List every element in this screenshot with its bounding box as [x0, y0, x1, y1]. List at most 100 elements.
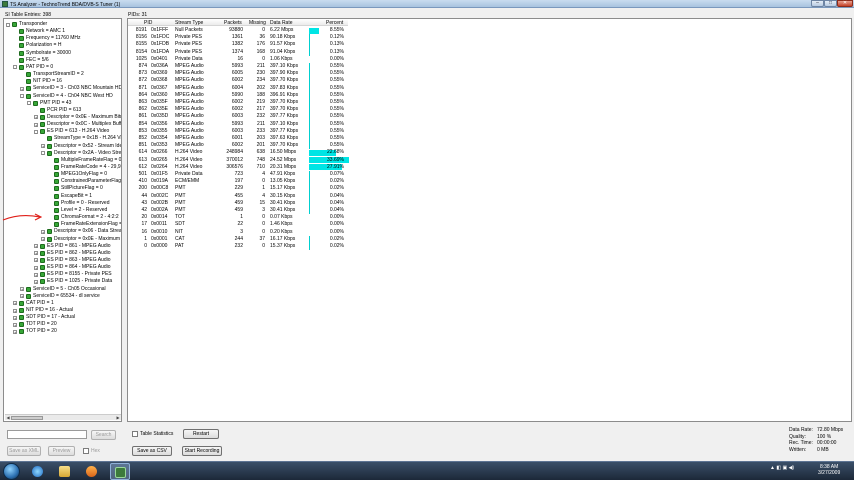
table-row[interactable]: 43 0x002B PMT 459 15 30.41 Kbps 0.04%	[128, 199, 348, 207]
expand-icon[interactable]: +	[13, 322, 17, 327]
tree-node[interactable]: + Descriptor = 0x06 - Data Stream Ali	[4, 228, 121, 235]
system-tray-icons[interactable]: ▲ ◧ ▣ ◀)	[770, 465, 794, 471]
tree-node[interactable]: - ServiceID = 4 - Ch04 NBC West HD	[4, 93, 121, 100]
collapse-icon[interactable]: -	[27, 101, 31, 106]
tree-node[interactable]: + ServiceID = 65534 - dl service	[4, 293, 121, 300]
table-row[interactable]: 8154 0x1FDA Private PES 1374 168 91.04 Kbps 0.…	[128, 48, 348, 56]
expand-icon[interactable]: +	[34, 244, 38, 249]
table-row[interactable]: 874 0x036A MPEG Audio 5993 211 397.10 Kbps 0.5…	[128, 63, 348, 71]
col-header-packets[interactable]: Packets	[224, 20, 242, 26]
table-row[interactable]: 8191 0x1FFF Null Packets 93880 0 6.22 Mbps 8.5…	[128, 27, 348, 34]
save-as-xml-button[interactable]: Save as XML	[7, 446, 41, 456]
expand-icon[interactable]: +	[13, 301, 17, 306]
tree-node[interactable]: + SDT PID = 17 - Actual	[4, 314, 121, 321]
tree-node[interactable]: - PMT PID = 43	[4, 100, 121, 107]
table-row[interactable]: 1025 0x0401 Private Data 16 0 1.06 Kbps 0.00%	[128, 56, 348, 63]
tree-node[interactable]: + TOT PID = 20	[4, 328, 121, 335]
tree-node[interactable]: + ES PID = 862 - MPEG Audio	[4, 250, 121, 257]
col-header-missing[interactable]: Missing	[249, 20, 266, 26]
collapse-icon[interactable]: -	[6, 22, 10, 27]
expand-icon[interactable]: +	[13, 315, 17, 320]
col-header-stream-type[interactable]: Stream Type	[175, 20, 203, 26]
scroll-thumb[interactable]	[11, 416, 43, 420]
table-row[interactable]: 8156 0x1FDC Private PES 1361 36 90.18 Kbps 0.1…	[128, 34, 348, 42]
tree-node[interactable]: Profile = 0 - Reserved	[4, 200, 121, 207]
tree-node[interactable]: ConstrainedParameterFlag = 1	[4, 178, 121, 185]
table-row[interactable]: 1 0x0001 CAT 244 37 16.17 Kbps 0.02%	[128, 235, 348, 243]
table-row[interactable]: 872 0x0368 MPEG Audio 6002 234 397.70 Kbps 0.5…	[128, 77, 348, 85]
table-row[interactable]: 8155 0x1FDB Private PES 1382 176 91.57 Kbps 0.…	[128, 41, 348, 49]
expand-icon[interactable]: +	[34, 251, 38, 256]
table-row[interactable]: 871 0x0367 MPEG Audio 6004 202 397.83 Kbps 0.5…	[128, 84, 348, 92]
maximize-button[interactable]: □	[824, 0, 837, 7]
minimize-button[interactable]: –	[811, 0, 824, 7]
tree-node[interactable]: MultipleFrameRateFlag = 0	[4, 157, 121, 164]
close-button[interactable]: ✕	[837, 0, 853, 7]
save-as-csv-button[interactable]: Save as CSV	[132, 446, 172, 456]
table-row[interactable]: 44 0x002C PMT 455 4 30.15 Kbps 0.04%	[128, 192, 348, 200]
expand-icon[interactable]: +	[34, 115, 38, 120]
table-row[interactable]: 862 0x035E MPEG Audio 6002 217 397.70 Kbps 0.5…	[128, 106, 348, 114]
taskbar-media-player[interactable]	[82, 463, 102, 480]
tree-node[interactable]: + ES PID = 861 - MPEG Audio	[4, 243, 121, 250]
title-bar[interactable]: TS Analyzer - TechnoTrend BDA/DVB-S Tune…	[0, 0, 854, 8]
search-input[interactable]	[7, 430, 87, 439]
tree-node[interactable]: - Transponder	[4, 21, 121, 28]
table-row[interactable]: 612 0x0264 H.264 Video 306576 710 20.31 Mbps 2…	[128, 164, 348, 171]
table-row[interactable]: 0 0x0000 PAT 232 0 15.37 Kbps 0.02%	[128, 243, 348, 251]
tree-horizontal-scrollbar[interactable]: ◀ ▶	[5, 414, 121, 420]
search-button[interactable]: Search	[91, 430, 116, 440]
table-row[interactable]: 410 0x019A ECM/EMM 197 0 13.05 Kbps 0.02%	[128, 178, 348, 186]
table-row[interactable]: 613 0x0265 H.264 Video 370012 748 24.52 Mbps 3…	[128, 157, 349, 164]
expand-icon[interactable]: +	[34, 265, 38, 270]
table-row[interactable]: 863 0x035F MPEG Audio 6002 219 397.70 Kbps 0.5…	[128, 99, 348, 107]
tree-node[interactable]: + TDT PID = 20	[4, 321, 121, 328]
tree-node[interactable]: + Descriptor = 0x0C - Multiplex Buffer U	[4, 121, 121, 128]
tree-node[interactable]: Polarization = H	[4, 42, 121, 49]
tree-node[interactable]: + Descriptor = 0x0E - Maximum Bitrate	[4, 114, 121, 121]
tree-node[interactable]: StreamType = 0x1B - H.264 Video	[4, 135, 121, 142]
start-recording-button[interactable]: Start Recording	[182, 446, 222, 456]
table-row[interactable]: 17 0x0011 SDT 22 0 1.46 Kbps 0.00%	[128, 221, 348, 228]
table-row[interactable]: 851 0x0353 MPEG Audio 6002 201 397.70 Kbps 0.5…	[128, 142, 348, 150]
tree-node[interactable]: + ES PID = 8155 - Private PES	[4, 271, 121, 278]
collapse-icon[interactable]: -	[13, 65, 17, 70]
tree-node[interactable]: - Descriptor = 0x2A - Video Stream	[4, 150, 121, 157]
expand-icon[interactable]: +	[34, 279, 38, 284]
table-row[interactable]: 854 0x0356 MPEG Audio 5993 211 397.10 Kbps 0.5…	[128, 120, 348, 128]
tree-node[interactable]: + ES PID = 863 - MPEG Audio	[4, 257, 121, 264]
tree-node[interactable]: + Descriptor = 0x0E - Maximum Bitrat	[4, 236, 121, 243]
col-header-percent[interactable]: Percent	[326, 20, 343, 26]
taskbar-ts-analyzer[interactable]	[110, 463, 130, 480]
expand-icon[interactable]: +	[34, 272, 38, 277]
expand-icon[interactable]: +	[41, 229, 45, 234]
expand-icon[interactable]: +	[13, 308, 17, 313]
expand-icon[interactable]: +	[34, 122, 38, 127]
pid-table[interactable]: PID Stream Type Packets Missing Data Rat…	[127, 18, 852, 422]
col-header-pid[interactable]: PID	[144, 20, 152, 26]
tree-node[interactable]: FEC = 5/6	[4, 57, 121, 64]
tree-node[interactable]: + NIT PID = 16 - Actual	[4, 307, 121, 314]
scroll-right-icon[interactable]: ▶	[115, 415, 121, 421]
hex-checkbox[interactable]	[83, 448, 89, 454]
tree-node[interactable]: + ES PID = 1025 - Private Data	[4, 278, 121, 285]
tree-node[interactable]: + ServiceID = 3 - Ch03 NBC Mountain HD	[4, 85, 121, 92]
table-row[interactable]: 200 0x00C8 PMT 229 1 15.17 Kbps 0.02%	[128, 185, 348, 193]
tree-node[interactable]: Symbolrate = 30000	[4, 50, 121, 57]
table-row[interactable]: 873 0x0369 MPEG Audio 6005 230 397.90 Kbps 0.5…	[128, 70, 348, 78]
collapse-icon[interactable]: -	[34, 129, 38, 134]
restart-button[interactable]: Restart	[183, 429, 219, 439]
collapse-icon[interactable]: -	[41, 151, 45, 156]
tree-node[interactable]: NIT PID = 16	[4, 78, 121, 85]
col-header-data-rate[interactable]: Data Rate	[270, 20, 293, 26]
expand-icon[interactable]: +	[34, 258, 38, 263]
table-row[interactable]: 42 0x002A PMT 459 3 30.41 Kbps 0.04%	[128, 207, 348, 215]
tree-node[interactable]: StillPictureFlag = 0	[4, 185, 121, 192]
tree-node[interactable]: EscapeBit = 1	[4, 193, 121, 200]
table-row[interactable]: 501 0x01F5 Private Data 723 4 47.91 Kbps 0.07%	[128, 171, 348, 179]
tree-node[interactable]: PCR PID = 613	[4, 107, 121, 114]
expand-icon[interactable]: +	[20, 294, 24, 299]
expand-icon[interactable]: +	[41, 144, 45, 149]
expand-icon[interactable]: +	[20, 287, 24, 292]
tree-node[interactable]: TransportStreamID = 2	[4, 71, 121, 78]
